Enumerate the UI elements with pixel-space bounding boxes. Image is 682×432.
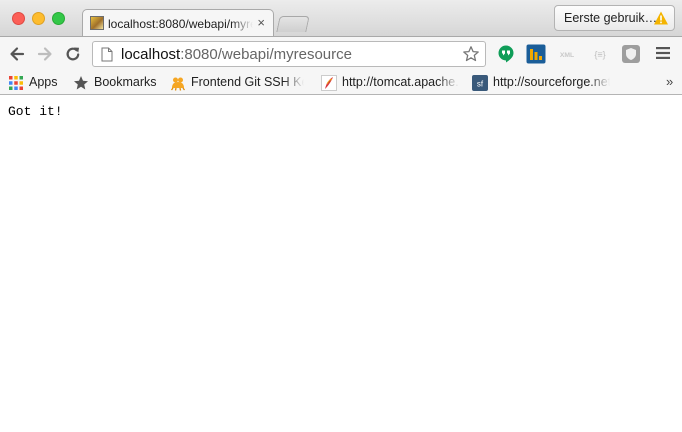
bookmarks-bar: Apps Bookmarks Frontend Git SSH Key http… [0, 70, 682, 95]
bookmark-label: Apps [29, 75, 58, 89]
apps-grid-icon [9, 76, 23, 90]
bookmark-sourceforge[interactable]: sf http://sourceforge.net [472, 75, 610, 91]
bookmark-label: http://sourceforge.net [493, 75, 610, 89]
bookmark-frontend-git-ssh-key[interactable]: Frontend Git SSH Key [170, 75, 306, 91]
bookmark-tomcat[interactable]: http://tomcat.apache.org [321, 75, 459, 91]
hangouts-extension-icon[interactable] [496, 44, 516, 64]
analytics-extension-icon[interactable] [526, 44, 546, 64]
profile-label: Eerste gebruik… [564, 11, 658, 25]
page-content: Got it! [0, 95, 682, 432]
xml-extension-icon[interactable]: XML [557, 44, 577, 64]
shield-extension-icon[interactable] [621, 44, 641, 64]
url-text: localhost:8080/webapi/myresource [121, 46, 352, 63]
reload-icon[interactable] [64, 45, 82, 63]
back-arrow-icon[interactable] [8, 45, 26, 63]
bookmarks-overflow-button[interactable]: » [666, 74, 673, 89]
bookmark-bookmarks[interactable]: Bookmarks [73, 75, 163, 91]
page-icon [101, 47, 113, 62]
star-filled-icon [74, 76, 88, 90]
svg-text:XML: XML [560, 52, 574, 59]
tab-strip: localhost:8080/webapi/myresource × Eerst… [0, 0, 682, 37]
tab-title: localhost:8080/webapi/myresource [108, 17, 253, 31]
json-extension-icon[interactable]: {≡} [590, 44, 610, 64]
svg-text:{≡}: {≡} [594, 50, 605, 60]
hamburger-menu-icon[interactable] [656, 46, 670, 60]
window-minimize-button[interactable] [32, 12, 45, 25]
window-maximize-button[interactable] [52, 12, 65, 25]
sourceforge-icon: sf [472, 75, 488, 91]
window-close-button[interactable] [12, 12, 25, 25]
bookmark-star-icon[interactable] [462, 45, 480, 63]
tomcat-favicon-icon [90, 16, 104, 30]
svg-text:sf: sf [477, 80, 484, 89]
forward-arrow-icon[interactable] [36, 45, 54, 63]
bookmark-label: Frontend Git SSH Key [191, 75, 304, 89]
bookmark-apps[interactable]: Apps [8, 75, 68, 91]
feather-icon [321, 75, 337, 91]
bookmark-label: http://tomcat.apache.org [342, 75, 459, 89]
browser-toolbar: localhost:8080/webapi/myresource XML {≡} [0, 36, 682, 70]
address-bar[interactable]: localhost:8080/webapi/myresource [92, 41, 486, 67]
new-tab-button[interactable] [276, 16, 310, 32]
url-path: :8080/webapi/myresource [180, 46, 352, 63]
bookmark-label: Bookmarks [94, 75, 157, 89]
tab-close-icon[interactable]: × [257, 15, 265, 30]
url-host: localhost [121, 46, 181, 63]
octocat-icon [170, 77, 186, 91]
response-text: Got it! [8, 104, 63, 119]
tab-localhost[interactable]: localhost:8080/webapi/myresource × [82, 9, 274, 37]
profile-button[interactable]: Eerste gebruik… [554, 5, 675, 31]
warning-icon [654, 11, 668, 25]
